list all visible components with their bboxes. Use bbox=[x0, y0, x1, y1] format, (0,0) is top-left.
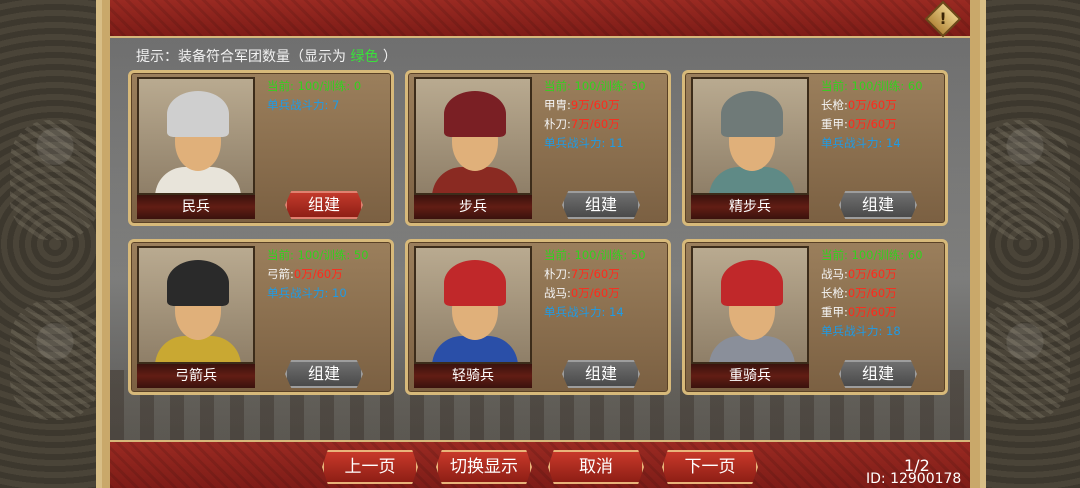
stat-value: 0万/60万 bbox=[293, 267, 343, 281]
stat-value: 0万/60万 bbox=[847, 117, 897, 131]
build-button[interactable]: 组建 bbox=[839, 191, 917, 219]
stat-value: 9万/60万 bbox=[570, 98, 620, 112]
unit-name: 重骑兵 bbox=[691, 364, 809, 388]
dragon-emblem-icon bbox=[10, 120, 100, 240]
unit-name: 轻骑兵 bbox=[414, 364, 532, 388]
build-button[interactable]: 组建 bbox=[285, 360, 363, 388]
stat-label: 朴刀: bbox=[544, 117, 571, 131]
cancel-button[interactable]: 取消 bbox=[548, 450, 644, 484]
dragon-emblem-icon bbox=[980, 120, 1070, 240]
unit-card: 精步兵 当前: 100/训练: 60 长枪:0万/60万 重甲:0万/60万 单兵战斗力… bbox=[682, 70, 948, 226]
stat-row: 长枪:0万/60万 bbox=[821, 284, 945, 303]
next-page-button[interactable]: 下一页 bbox=[662, 450, 758, 484]
stat-label: 重甲: bbox=[821, 305, 848, 319]
stat-row: 单兵战斗力: 7 bbox=[267, 98, 340, 112]
unit-name: 民兵 bbox=[137, 195, 255, 219]
unit-portrait bbox=[691, 77, 809, 195]
unit-stats: 当前: 100/训练: 30 甲胄:9万/60万 朴刀:7万/60万 单兵战斗力: 1… bbox=[544, 77, 668, 153]
stat-row: 当前: 100/训练: 30 bbox=[544, 79, 646, 93]
stat-row: 弓箭:0万/60万 bbox=[267, 265, 391, 284]
unit-stats: 当前: 100/训练: 60 战马:0万/60万 长枪:0万/60万 重甲:0万/60… bbox=[821, 246, 945, 341]
stat-label: 长枪: bbox=[821, 286, 848, 300]
stat-row: 单兵战斗力: 14 bbox=[821, 136, 901, 150]
stat-value: 7万/60万 bbox=[570, 117, 620, 131]
unit-portrait bbox=[137, 246, 255, 364]
unit-portrait bbox=[137, 77, 255, 195]
dragon-emblem-icon bbox=[980, 300, 1070, 420]
dragon-emblem-icon bbox=[10, 300, 100, 420]
warning-icon[interactable]: ! bbox=[924, 0, 962, 38]
stat-label: 长枪: bbox=[821, 98, 848, 112]
prev-page-button[interactable]: 上一页 bbox=[322, 450, 418, 484]
unit-name: 弓箭兵 bbox=[137, 364, 255, 388]
bottom-bar bbox=[110, 440, 970, 488]
unit-portrait bbox=[414, 246, 532, 364]
unit-card: 弓箭兵 当前: 100/训练: 50 弓箭:0万/60万单兵战斗力: 10 组建 bbox=[128, 239, 394, 395]
unit-portrait bbox=[414, 77, 532, 195]
stat-label: 重甲: bbox=[821, 117, 848, 131]
build-button[interactable]: 组建 bbox=[839, 360, 917, 388]
stat-row: 战马:0万/60万 bbox=[821, 265, 945, 284]
stat-value: 0万/60万 bbox=[847, 305, 897, 319]
player-id: ID: 12900178 bbox=[866, 471, 962, 487]
unit-card: 重骑兵 当前: 100/训练: 60 战马:0万/60万 长枪:0万/60万 重甲:0万… bbox=[682, 239, 948, 395]
unit-card: 步兵 当前: 100/训练: 30 甲胄:9万/60万 朴刀:7万/60万 单兵战斗力:… bbox=[405, 70, 671, 226]
unit-stats: 当前: 100/训练: 0 单兵战斗力: 7 bbox=[267, 77, 391, 115]
toggle-display-button[interactable]: 切换显示 bbox=[436, 450, 532, 484]
stat-label: 战马: bbox=[821, 267, 848, 281]
stat-row: 甲胄:9万/60万 bbox=[544, 96, 668, 115]
stat-row: 当前: 100/训练: 60 bbox=[821, 248, 923, 262]
unit-portrait bbox=[691, 246, 809, 364]
build-button[interactable]: 组建 bbox=[562, 360, 640, 388]
unit-name: 步兵 bbox=[414, 195, 532, 219]
stat-row: 重甲:0万/60万 bbox=[821, 303, 945, 322]
stat-label: 战马: bbox=[544, 286, 571, 300]
stat-row: 长枪:0万/60万 bbox=[821, 96, 945, 115]
top-bar: ! bbox=[110, 0, 970, 38]
build-button[interactable]: 组建 bbox=[562, 191, 640, 219]
stat-row: 重甲:0万/60万 bbox=[821, 115, 945, 134]
stat-row: 战马:0万/60万 bbox=[544, 284, 668, 303]
build-button[interactable]: 组建 bbox=[285, 191, 363, 219]
stat-value: 7万/60万 bbox=[570, 267, 620, 281]
stat-label: 甲胄: bbox=[544, 98, 571, 112]
stat-label: 朴刀: bbox=[544, 267, 571, 281]
stat-value: 0万/60万 bbox=[847, 98, 897, 112]
stat-row: 单兵战斗力: 14 bbox=[544, 305, 624, 319]
stat-value: 0万/60万 bbox=[570, 286, 620, 300]
stat-label: 弓箭: bbox=[267, 267, 294, 281]
left-decor-panel bbox=[0, 0, 110, 488]
stat-row: 当前: 100/训练: 60 bbox=[821, 79, 923, 93]
hint-text: 提示：装备符合军团数量（显示为 绿色 ） bbox=[136, 49, 397, 65]
stat-row: 当前: 100/训练: 50 bbox=[544, 248, 646, 262]
stat-row: 朴刀:7万/60万 bbox=[544, 115, 668, 134]
stat-value: 0万/60万 bbox=[847, 267, 897, 281]
unit-card: 轻骑兵 当前: 100/训练: 50 朴刀:7万/60万 战马:0万/60万 单兵战斗力… bbox=[405, 239, 671, 395]
stat-row: 当前: 100/训练: 50 bbox=[267, 248, 369, 262]
stat-row: 单兵战斗力: 18 bbox=[821, 324, 901, 338]
right-decor-panel bbox=[970, 0, 1080, 488]
unit-stats: 当前: 100/训练: 50 弓箭:0万/60万单兵战斗力: 10 bbox=[267, 246, 391, 303]
unit-name: 精步兵 bbox=[691, 195, 809, 219]
unit-card: 民兵 当前: 100/训练: 0 单兵战斗力: 7 组建 bbox=[128, 70, 394, 226]
stat-value: 0万/60万 bbox=[847, 286, 897, 300]
unit-stats: 当前: 100/训练: 50 朴刀:7万/60万 战马:0万/60万 单兵战斗力: 1… bbox=[544, 246, 668, 322]
unit-stats: 当前: 100/训练: 60 长枪:0万/60万 重甲:0万/60万 单兵战斗力: 1… bbox=[821, 77, 945, 153]
stat-row: 单兵战斗力: 11 bbox=[544, 136, 624, 150]
stat-row: 当前: 100/训练: 0 bbox=[267, 79, 362, 93]
stat-row: 单兵战斗力: 10 bbox=[267, 286, 347, 300]
stat-row: 朴刀:7万/60万 bbox=[544, 265, 668, 284]
